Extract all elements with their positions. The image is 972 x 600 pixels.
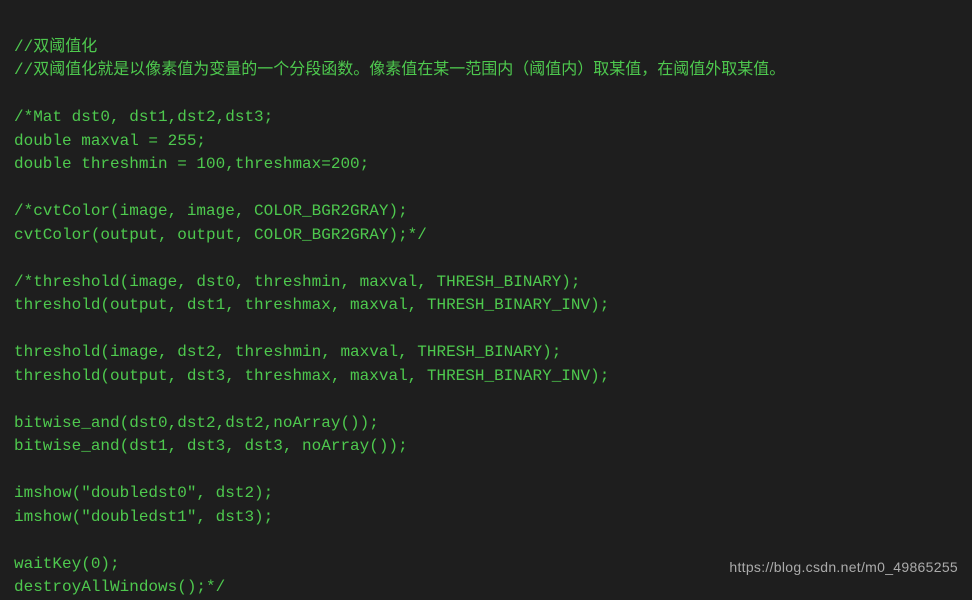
code-line: threshold(output, dst3, threshmax, maxva… xyxy=(14,367,609,385)
code-line: double maxval = 255; xyxy=(14,132,206,150)
code-line: bitwise_and(dst0,dst2,dst2,noArray()); xyxy=(14,414,379,432)
code-line: destroyAllWindows();*/ xyxy=(14,578,225,596)
code-line: threshold(image, dst2, threshmin, maxval… xyxy=(14,343,561,361)
code-line: waitKey(0); xyxy=(14,555,120,573)
code-line: //双阈值化 xyxy=(14,38,97,56)
code-line: /*threshold(image, dst0, threshmin, maxv… xyxy=(14,273,581,291)
code-line: /*Mat dst0, dst1,dst2,dst3; xyxy=(14,108,273,126)
code-line: double threshmin = 100,threshmax=200; xyxy=(14,155,369,173)
code-line: cvtColor(output, output, COLOR_BGR2GRAY)… xyxy=(14,226,427,244)
code-block: //双阈值化 //双阈值化就是以像素值为变量的一个分段函数。像素值在某一范围内（… xyxy=(14,12,958,600)
code-line: threshold(output, dst1, threshmax, maxva… xyxy=(14,296,609,314)
code-line: bitwise_and(dst1, dst3, dst3, noArray())… xyxy=(14,437,408,455)
code-line: imshow("doubledst0", dst2); xyxy=(14,484,273,502)
code-line: imshow("doubledst1", dst3); xyxy=(14,508,273,526)
watermark-text: https://blog.csdn.net/m0_49865255 xyxy=(729,556,958,580)
code-line: /*cvtColor(image, image, COLOR_BGR2GRAY)… xyxy=(14,202,408,220)
code-line: //双阈值化就是以像素值为变量的一个分段函数。像素值在某一范围内（阈值内）取某值… xyxy=(14,61,785,79)
